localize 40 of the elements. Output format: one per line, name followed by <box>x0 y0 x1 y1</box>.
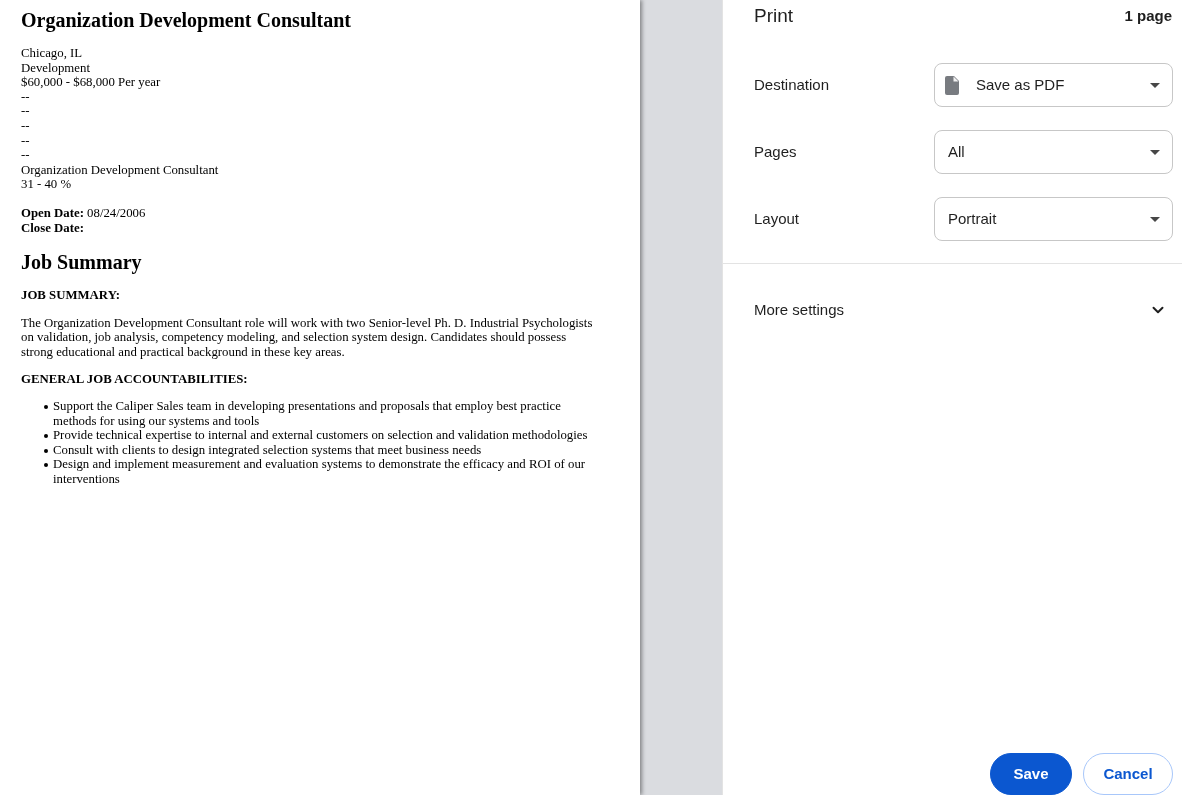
more-settings-toggle[interactable]: More settings <box>723 290 1182 330</box>
date-line: Open Date: 08/24/2006 <box>21 205 146 221</box>
section-heading: Job Summary <box>21 250 143 275</box>
list-item-text: Consult with clients to design integrated selection systems that meet business needs <box>53 442 482 458</box>
list-item-text: Design and implement measurement and evaluation systems to demonstrate the efficacy and ROI of our interventions <box>53 457 587 487</box>
detail-line: -- <box>21 148 30 163</box>
document-title: Organization Development Consultant <box>21 8 352 32</box>
bullet-icon <box>44 434 48 439</box>
bullet-icon <box>44 463 48 468</box>
detail-line: 31 - 40 % <box>21 177 72 192</box>
detail-line: Chicago, IL <box>21 46 83 61</box>
subheading: JOB SUMMARY: <box>21 288 121 303</box>
save-button[interactable]: Save <box>990 753 1072 795</box>
subheading: GENERAL JOB ACCOUNTABILITIES: <box>21 371 249 387</box>
list-item-text: Provide technical expertise to internal and external customers on selection and validation methodologies <box>53 428 588 443</box>
dropdown-select[interactable]: Save as PDF <box>934 63 1173 107</box>
detail-line: -- <box>21 133 30 149</box>
detail-line: Organization Development Consultant <box>21 162 219 178</box>
setting-label: Pages <box>754 141 797 162</box>
bullet-icon <box>44 448 48 453</box>
file-icon <box>945 75 959 95</box>
detail-line: -- <box>21 104 30 119</box>
summary-paragraph: The Organization Development Consultant role will work with two Senior-level Ph. D. Industrial Psychologists on validation, job analysis, competency modeling, and selection system design. Candidates should possess strong educational and practical background in these key areas. <box>21 315 594 360</box>
setting-label: Layout <box>754 208 800 229</box>
caret-icon <box>1150 216 1160 222</box>
detail-line: Development <box>21 60 90 76</box>
setting-label: Destination <box>754 74 830 95</box>
detail-line: -- <box>21 118 30 134</box>
cancel-button[interactable]: Cancel <box>1083 753 1173 795</box>
dropdown-select[interactable]: All <box>934 130 1173 174</box>
caret-icon <box>1150 149 1160 155</box>
caret-icon <box>1150 82 1160 88</box>
date-line: Close Date: <box>21 220 84 236</box>
dropdown-select[interactable]: Portrait <box>934 197 1173 241</box>
page-count: 1 page <box>1124 5 1172 26</box>
detail-line: $60,000 - $68,000 Per year <box>21 75 161 90</box>
detail-line: -- <box>21 89 30 105</box>
list-item-text: Support the Caliper Sales team in developing presentations and proposals that employ best practice methods for using our systems and tools <box>53 399 562 429</box>
panel-title: Print <box>754 3 794 28</box>
bullet-icon <box>44 405 48 410</box>
